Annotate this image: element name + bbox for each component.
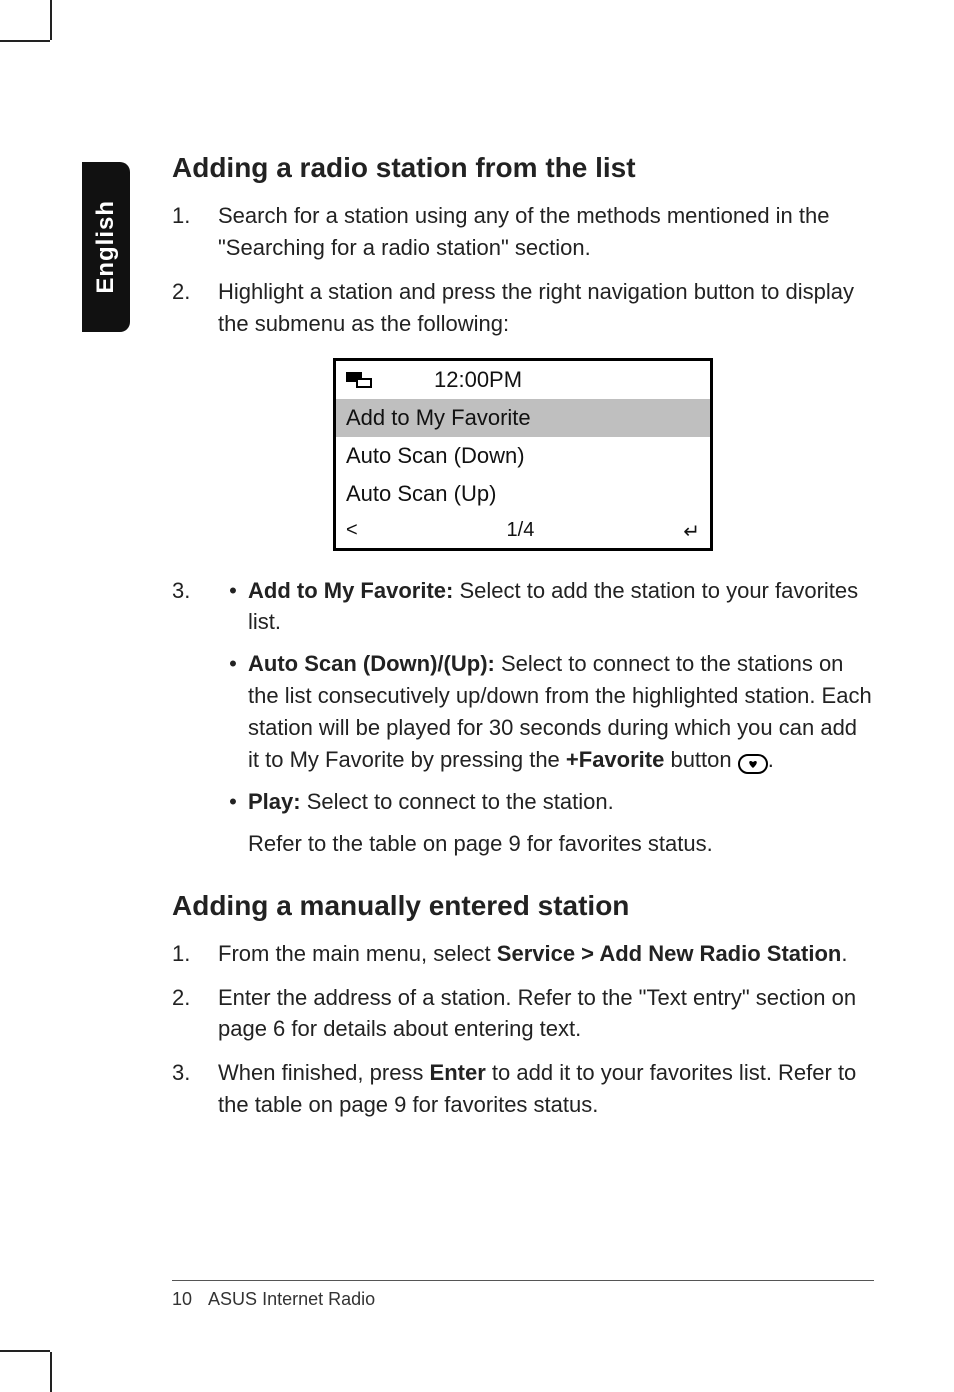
screen-foot-left: < <box>346 519 358 544</box>
list-item: 2. Enter the address of a station. Refer… <box>172 982 874 1046</box>
screen-foot-mid: 1/4 <box>507 519 535 544</box>
list-item: 1. Search for a station using any of the… <box>172 200 874 264</box>
bullet-item: • Add to My Favorite: Select to add the … <box>218 575 874 639</box>
page-number: 10 <box>172 1289 192 1309</box>
list-item: 3. When finished, press Enter to add it … <box>172 1057 874 1121</box>
section1-heading: Adding a radio station from the list <box>172 152 874 184</box>
step-text: Enter the address of a station. Refer to… <box>218 982 874 1046</box>
page-footer: 10 ASUS Internet Radio <box>172 1280 874 1310</box>
list-item: 3. • Add to My Favorite: Select to add t… <box>172 575 874 860</box>
step-number: 1. <box>172 938 218 970</box>
bullet-item: • Play: Select to connect to the station… <box>218 786 874 818</box>
after-bullets-text: Refer to the table on page 9 for favorit… <box>248 828 874 860</box>
step-text: From the main menu, select Service > Add… <box>218 938 874 970</box>
language-tab: English <box>82 162 130 332</box>
screen-menu-item: Auto Scan (Up) <box>336 475 710 513</box>
step-text: When finished, press Enter to add it to … <box>218 1057 874 1121</box>
bullet-list: • Add to My Favorite: Select to add the … <box>218 575 874 818</box>
screen-footer-row: < 1/4 ↵ <box>336 513 710 548</box>
bullet-text: Play: Select to connect to the station. <box>248 786 874 818</box>
screen-menu-item-selected: Add to My Favorite <box>336 399 710 437</box>
step-number: 1. <box>172 200 218 264</box>
bullet-dot: • <box>218 575 248 639</box>
bullet-text: Auto Scan (Down)/(Up): Select to connect… <box>248 648 874 776</box>
bullet-text: Add to My Favorite: Select to add the st… <box>248 575 874 639</box>
step-number: 3. <box>172 1057 218 1121</box>
screen-status-row: 12:00PM <box>336 361 710 399</box>
step-number: 2. <box>172 276 218 340</box>
bullet-dot: • <box>218 648 248 776</box>
list-item: 1. From the main menu, select Service > … <box>172 938 874 970</box>
screen-foot-right: ↵ <box>683 519 700 544</box>
favorite-button-icon <box>738 754 768 774</box>
section2-heading: Adding a manually entered station <box>172 890 874 922</box>
device-screen-illustration: 12:00PM Add to My Favorite Auto Scan (Do… <box>172 358 874 551</box>
network-icon <box>346 370 374 390</box>
step-number: 2. <box>172 982 218 1046</box>
bullet-item: • Auto Scan (Down)/(Up): Select to conne… <box>218 648 874 776</box>
section1-steps: 1. Search for a station using any of the… <box>172 200 874 340</box>
step-text: Highlight a station and press the right … <box>218 276 874 340</box>
language-tab-label: English <box>92 200 120 294</box>
section2-steps: 1. From the main menu, select Service > … <box>172 938 874 1121</box>
bullet-dot: • <box>218 786 248 818</box>
screen-menu-item: Auto Scan (Down) <box>336 437 710 475</box>
section1-step3: 3. • Add to My Favorite: Select to add t… <box>172 575 874 860</box>
list-item: 2. Highlight a station and press the rig… <box>172 276 874 340</box>
step-text: Search for a station using any of the me… <box>218 200 874 264</box>
step-number: 3. <box>172 575 218 860</box>
screen-time: 12:00PM <box>434 367 522 393</box>
footer-title: ASUS Internet Radio <box>208 1289 375 1309</box>
device-screen: 12:00PM Add to My Favorite Auto Scan (Do… <box>333 358 713 551</box>
